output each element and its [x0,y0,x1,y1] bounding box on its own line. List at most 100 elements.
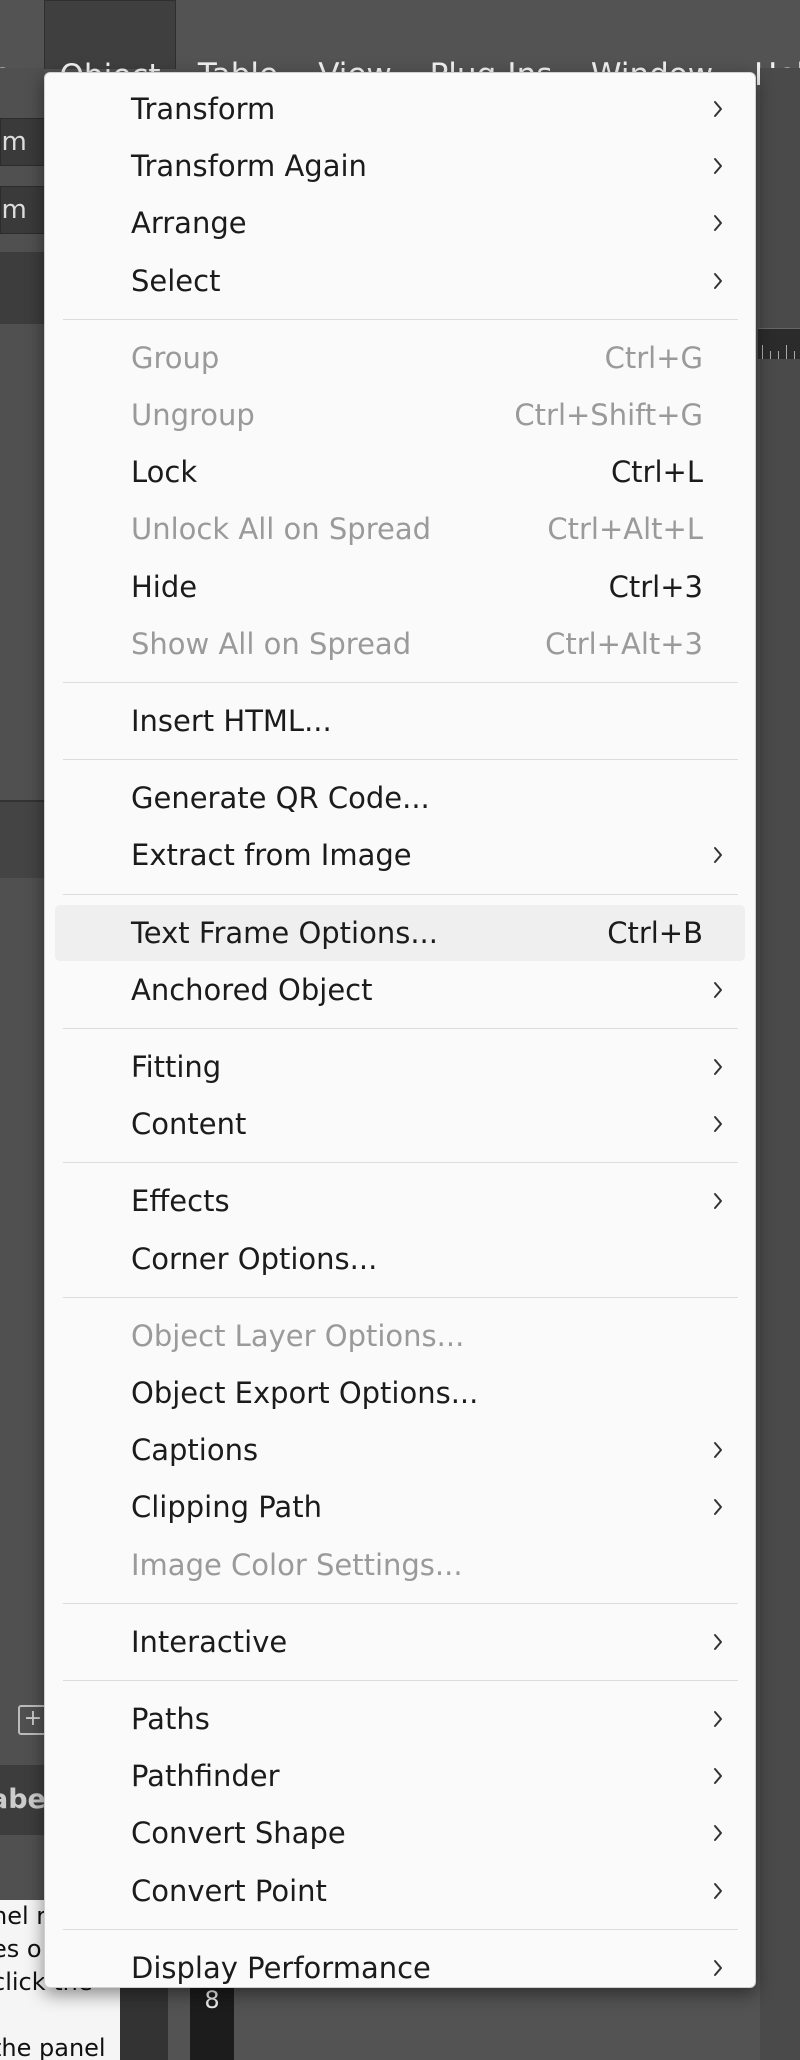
chevron-right-icon [714,847,722,864]
menu-item-label: Generate QR Code... [131,781,430,816]
chevron-right-icon [714,1059,722,1075]
menu-separator [63,759,738,761]
menu-item-fitting[interactable]: Fitting [55,1039,745,1095]
panel-strip [0,252,44,324]
menu-item-shortcut: Ctrl+Alt+L [547,512,703,547]
menu-item-pathfinder[interactable]: Pathfinder [55,1748,745,1804]
menu-item-extract-from-image[interactable]: Extract from Image [55,827,745,883]
menubar-item-type[interactable]: e [0,0,24,93]
menubar-item-window[interactable]: Window [584,0,720,93]
menubar-item-plug-ins[interactable]: Plug-Ins [426,0,556,93]
menu-item-label: Transform [131,92,276,126]
menubar-item-table[interactable]: Table [190,0,286,93]
chevron-right-icon [714,1959,722,1976]
menu-item-label: Image Color Settings... [131,1547,463,1582]
menu-item-shortcut: Ctrl+3 [608,569,703,604]
menu-item-transform-again[interactable]: Transform Again [55,138,745,194]
menu-item-group[interactable]: Group Ctrl+G [55,330,745,386]
menu-item-label: Object Export Options... [131,1376,479,1410]
menu-item-display-performance[interactable]: Display Performance [55,1940,745,1996]
object-menu: Transform Transform Again Arrange Select Gro… [44,72,756,1988]
menu-item-ungroup[interactable]: Ungroup Ctrl+Shift+G [55,387,745,443]
menu-separator [63,1680,738,1681]
help-line [0,1999,120,2032]
document-area [760,68,800,2060]
menu-item-label: Fitting [131,1050,222,1084]
menu-item-generate-qr-code[interactable]: Generate QR Code... [55,770,745,826]
menu-item-shortcut: Ctrl+L [610,455,703,490]
menu-item-label: Clipping Path [131,1490,322,1525]
menu-item-label: Effects [131,1184,230,1219]
chevron-right-icon [714,1825,722,1842]
menu-item-text-frame-options[interactable]: Text Frame Options... Ctrl+B [55,904,745,961]
menu-item-object-layer-options[interactable]: Object Layer Options... [55,1308,745,1364]
menu-item-object-export-options[interactable]: Object Export Options... [55,1365,745,1421]
menu-item-label: Ungroup [131,398,255,432]
menu-item-label: Insert HTML... [131,704,332,738]
panel-label: abe [0,1765,44,1835]
menu-item-label: Interactive [131,1624,288,1659]
menu-separator [63,682,738,683]
menu-item-insert-html[interactable]: Insert HTML... [55,693,745,749]
menubar-item-help[interactable]: Hel [748,0,800,93]
chevron-right-icon [714,101,722,117]
menu-item-label: Convert Shape [131,1816,346,1851]
menu-item-show-all-on-spread[interactable]: Show All on Spread Ctrl+Alt+3 [55,616,745,672]
panel-strip [0,800,44,878]
menu-item-label: Select [131,263,221,298]
menu-item-shortcut: Ctrl+Shift+G [514,398,703,432]
menu-item-corner-options[interactable]: Corner Options... [55,1231,745,1287]
menu-separator [63,1602,738,1604]
menu-item-shortcut: Ctrl+Alt+3 [545,626,703,661]
chevron-right-icon [714,1882,722,1899]
menu-item-label: Unlock All on Spread [131,512,431,547]
menu-item-lock[interactable]: Lock Ctrl+L [55,444,745,500]
menu-separator [63,1162,738,1164]
menu-separator [63,1028,738,1029]
menu-item-label: Text Frame Options... [131,915,438,950]
chevron-right-icon [714,1116,722,1133]
menu-item-effects[interactable]: Effects [55,1173,745,1229]
help-line: the panel [0,2034,106,2060]
menu-item-anchored-object[interactable]: Anchored Object [55,962,745,1018]
chevron-right-icon [714,981,722,998]
chevron-right-icon [714,215,722,232]
menu-item-shortcut: Ctrl+G [604,340,703,375]
menu-item-label: Content [131,1107,247,1142]
menu-separator [63,1928,738,1930]
menubar-item-view[interactable]: View [310,0,400,93]
menu-item-label: Group [131,340,220,375]
chevron-right-icon [714,1768,722,1785]
menu-item-select[interactable]: Select [55,253,745,309]
menu-item-arrange[interactable]: Arrange [55,195,745,251]
panel-text: n [0,422,40,447]
control-field-height[interactable]: um [0,186,46,234]
menu-item-label: Lock [131,455,198,490]
menu-item-label: Show All on Spread [131,626,412,661]
menu-item-interactive[interactable]: Interactive [55,1614,745,1670]
chevron-right-icon [714,272,722,289]
menu-item-label: Paths [131,1702,210,1736]
menu-item-unlock-all-on-spread[interactable]: Unlock All on Spread Ctrl+Alt+L [55,501,745,557]
menu-item-captions[interactable]: Captions [55,1422,745,1478]
menu-item-label: Convert Point [131,1873,327,1908]
menu-separator [63,1296,738,1298]
menu-item-hide[interactable]: Hide Ctrl+3 [55,559,745,615]
menu-item-convert-point[interactable]: Convert Point [55,1863,745,1919]
menu-item-convert-shape[interactable]: Convert Shape [55,1805,745,1861]
menu-item-paths[interactable]: Paths [55,1691,745,1747]
menu-item-content[interactable]: Content [55,1096,745,1152]
menu-separator [63,893,738,895]
chevron-right-icon [714,1193,722,1210]
control-field-width[interactable]: um [0,118,46,166]
menu-item-image-color-settings[interactable]: Image Color Settings... [55,1537,745,1593]
menu-item-shortcut: Ctrl+B [607,915,703,950]
chevron-right-icon [714,1442,722,1459]
menu-item-clipping-path[interactable]: Clipping Path [55,1479,745,1535]
menu-item-label: Display Performance [131,1950,431,1985]
horizontal-ruler [758,328,800,359]
menubar-item-object[interactable]: Object [44,0,176,94]
menu-separator [63,318,738,320]
menu-bar: e Object Table View Plug-Ins Window Hel [0,0,800,94]
menu-item-transform[interactable]: Transform [55,81,745,137]
